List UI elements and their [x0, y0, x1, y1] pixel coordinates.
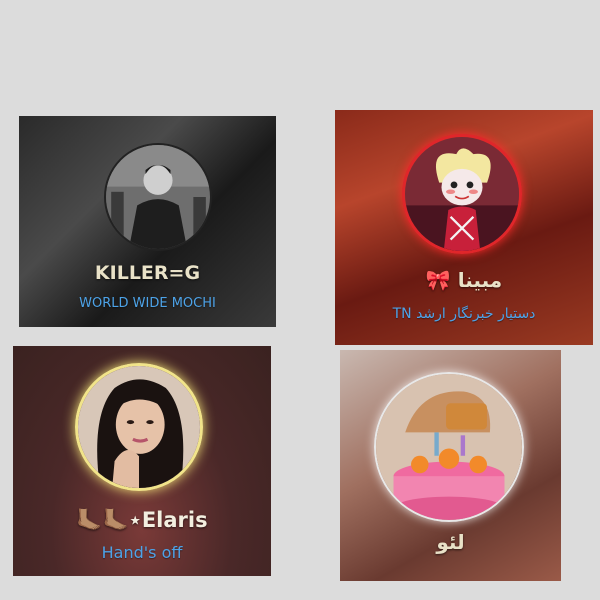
profile-subtitle: WORLD WIDE MOCHI	[79, 296, 216, 311]
avatar[interactable]	[402, 134, 522, 254]
profile-name: 🦶🏽🦶🏽⋆Elaris	[76, 508, 208, 532]
profile-subtitle: دستیار خبرنگار ارشد TN	[392, 306, 536, 322]
profile-card-elaris[interactable]: 🦶🏽🦶🏽⋆Elaris Hand's off	[13, 346, 271, 576]
profile-name: لئو	[436, 530, 465, 554]
cartoon-character-icon	[405, 137, 519, 251]
profile-card-leo[interactable]: لئو	[340, 350, 561, 581]
profile-name: مبینا 🎀	[425, 268, 503, 292]
birthday-cake-icon	[376, 374, 522, 520]
avatar[interactable]	[75, 363, 203, 491]
portrait-photo-icon	[106, 145, 210, 249]
portrait-photo-icon	[78, 366, 200, 488]
profile-card-killer-g[interactable]: KILLER=G WORLD WIDE MOCHI	[19, 116, 276, 327]
avatar[interactable]	[374, 372, 524, 522]
profile-subtitle: Hand's off	[101, 543, 183, 562]
profile-card-mobina[interactable]: مبینا 🎀 دستیار خبرنگار ارشد TN	[335, 110, 593, 345]
avatar[interactable]	[104, 143, 212, 251]
profile-name: KILLER=G	[94, 262, 201, 284]
